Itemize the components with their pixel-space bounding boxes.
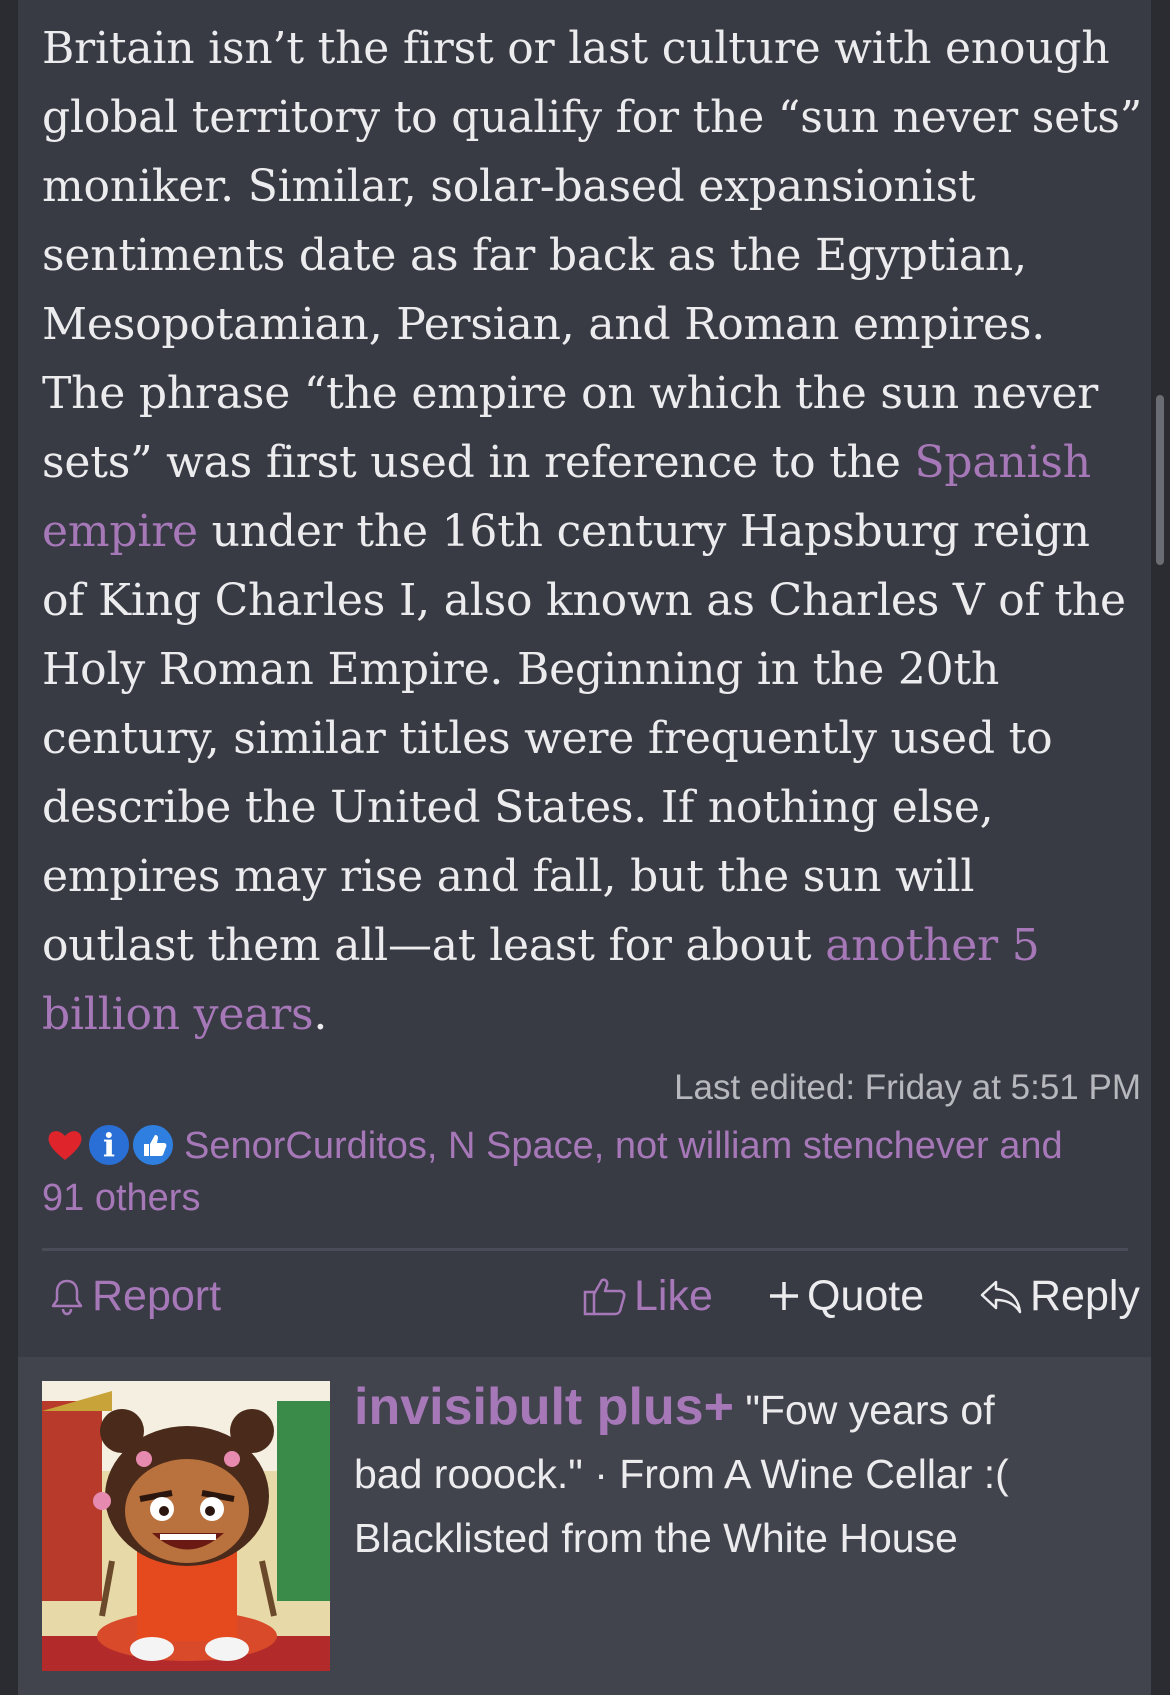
body-line: sentiments date as far back as the Egypt… [42, 230, 1027, 281]
body-text: outlast them all—at least for about [42, 920, 826, 971]
report-button[interactable]: Report [48, 1264, 221, 1328]
post-container: Britain isn’t the first or last culture … [18, 0, 1151, 1357]
divider [42, 1248, 1128, 1251]
reaction-others-link[interactable]: 91 others [42, 1177, 200, 1219]
spanish-empire-link-cont[interactable]: empire [42, 506, 198, 557]
reaction-icons[interactable]: i [42, 1122, 184, 1168]
body-line: Britain isn’t the first or last culture … [42, 23, 1110, 74]
body-line: global territory to qualify for the “sun… [42, 92, 1143, 143]
heart-reaction-icon [42, 1122, 88, 1168]
username-link[interactable]: invisibult plus+ [354, 1378, 734, 1436]
bell-icon [51, 1279, 83, 1316]
body-line: empires may rise and fall, but the sun w… [42, 851, 975, 902]
body-text: sets” was first used in reference to the [42, 437, 915, 488]
body-text: under the 16th century Hapsburg reign [197, 506, 1090, 557]
spanish-empire-link[interactable]: Spanish [914, 437, 1091, 488]
user-title: "Fow years of [733, 1387, 995, 1433]
user-title-line-2: bad rooock." · From A Wine Cellar :( [354, 1451, 1009, 1497]
reaction-users-link[interactable]: SenorCurditos, N Space, not william sten… [184, 1125, 1063, 1167]
info-reaction-icon: i [86, 1122, 132, 1168]
like-label: Like [634, 1271, 713, 1320]
quote-label: Quote [807, 1271, 925, 1320]
body-line: Holy Roman Empire. Beginning in the 20th [42, 644, 1000, 695]
reply-button[interactable]: Reply [978, 1264, 1140, 1328]
post-actions: Report Like Quote Reply [42, 1264, 1148, 1328]
body-line: of King Charles I, also known as Charles… [42, 575, 1126, 626]
plus-icon [770, 1282, 798, 1310]
body-line: billion years. [42, 980, 1147, 1049]
like-button[interactable]: Like [582, 1264, 713, 1328]
report-label: Report [92, 1271, 222, 1320]
user-info: invisibult plus+ "Fow years of bad roooc… [354, 1375, 1134, 1570]
body-line: sets” was first used in reference to the… [42, 428, 1147, 497]
thumbs-up-icon [583, 1278, 626, 1316]
reactions-bar: i SenorCurditos, N Space, not william st… [42, 1120, 1132, 1224]
body-line: Mesopotamian, Persian, and Roman empires… [42, 299, 1046, 350]
post-body: Britain isn’t the first or last culture … [42, 14, 1147, 1049]
body-line: outlast them all—at least for about anot… [42, 911, 1147, 980]
reply-arrow-icon [980, 1280, 1022, 1314]
body-line: moniker. Similar, solar-based expansioni… [42, 161, 976, 212]
body-line: The phrase “the empire on which the sun … [42, 368, 1099, 419]
user-title-line-3: Blacklisted from the White House [354, 1515, 958, 1561]
last-edited-label: Last edited: Friday at 5:51 PM [674, 1068, 1141, 1107]
quote-button[interactable]: Quote [767, 1264, 924, 1328]
billion-years-link[interactable]: another 5 [825, 920, 1040, 971]
body-line: empire under the 16th century Hapsburg r… [42, 497, 1147, 566]
thumbs-up-reaction-icon [130, 1122, 176, 1168]
reply-label: Reply [1030, 1271, 1140, 1320]
body-line: century, similar titles were frequently … [42, 713, 1053, 764]
body-text: . [313, 989, 328, 1040]
body-line: describe the United States. If nothing e… [42, 782, 994, 833]
next-post: invisibult plus+ "Fow years of bad roooc… [18, 1357, 1151, 1695]
user-avatar[interactable] [42, 1381, 330, 1671]
scrollbar[interactable] [1156, 395, 1164, 565]
billion-years-link-cont[interactable]: billion years [42, 989, 314, 1040]
